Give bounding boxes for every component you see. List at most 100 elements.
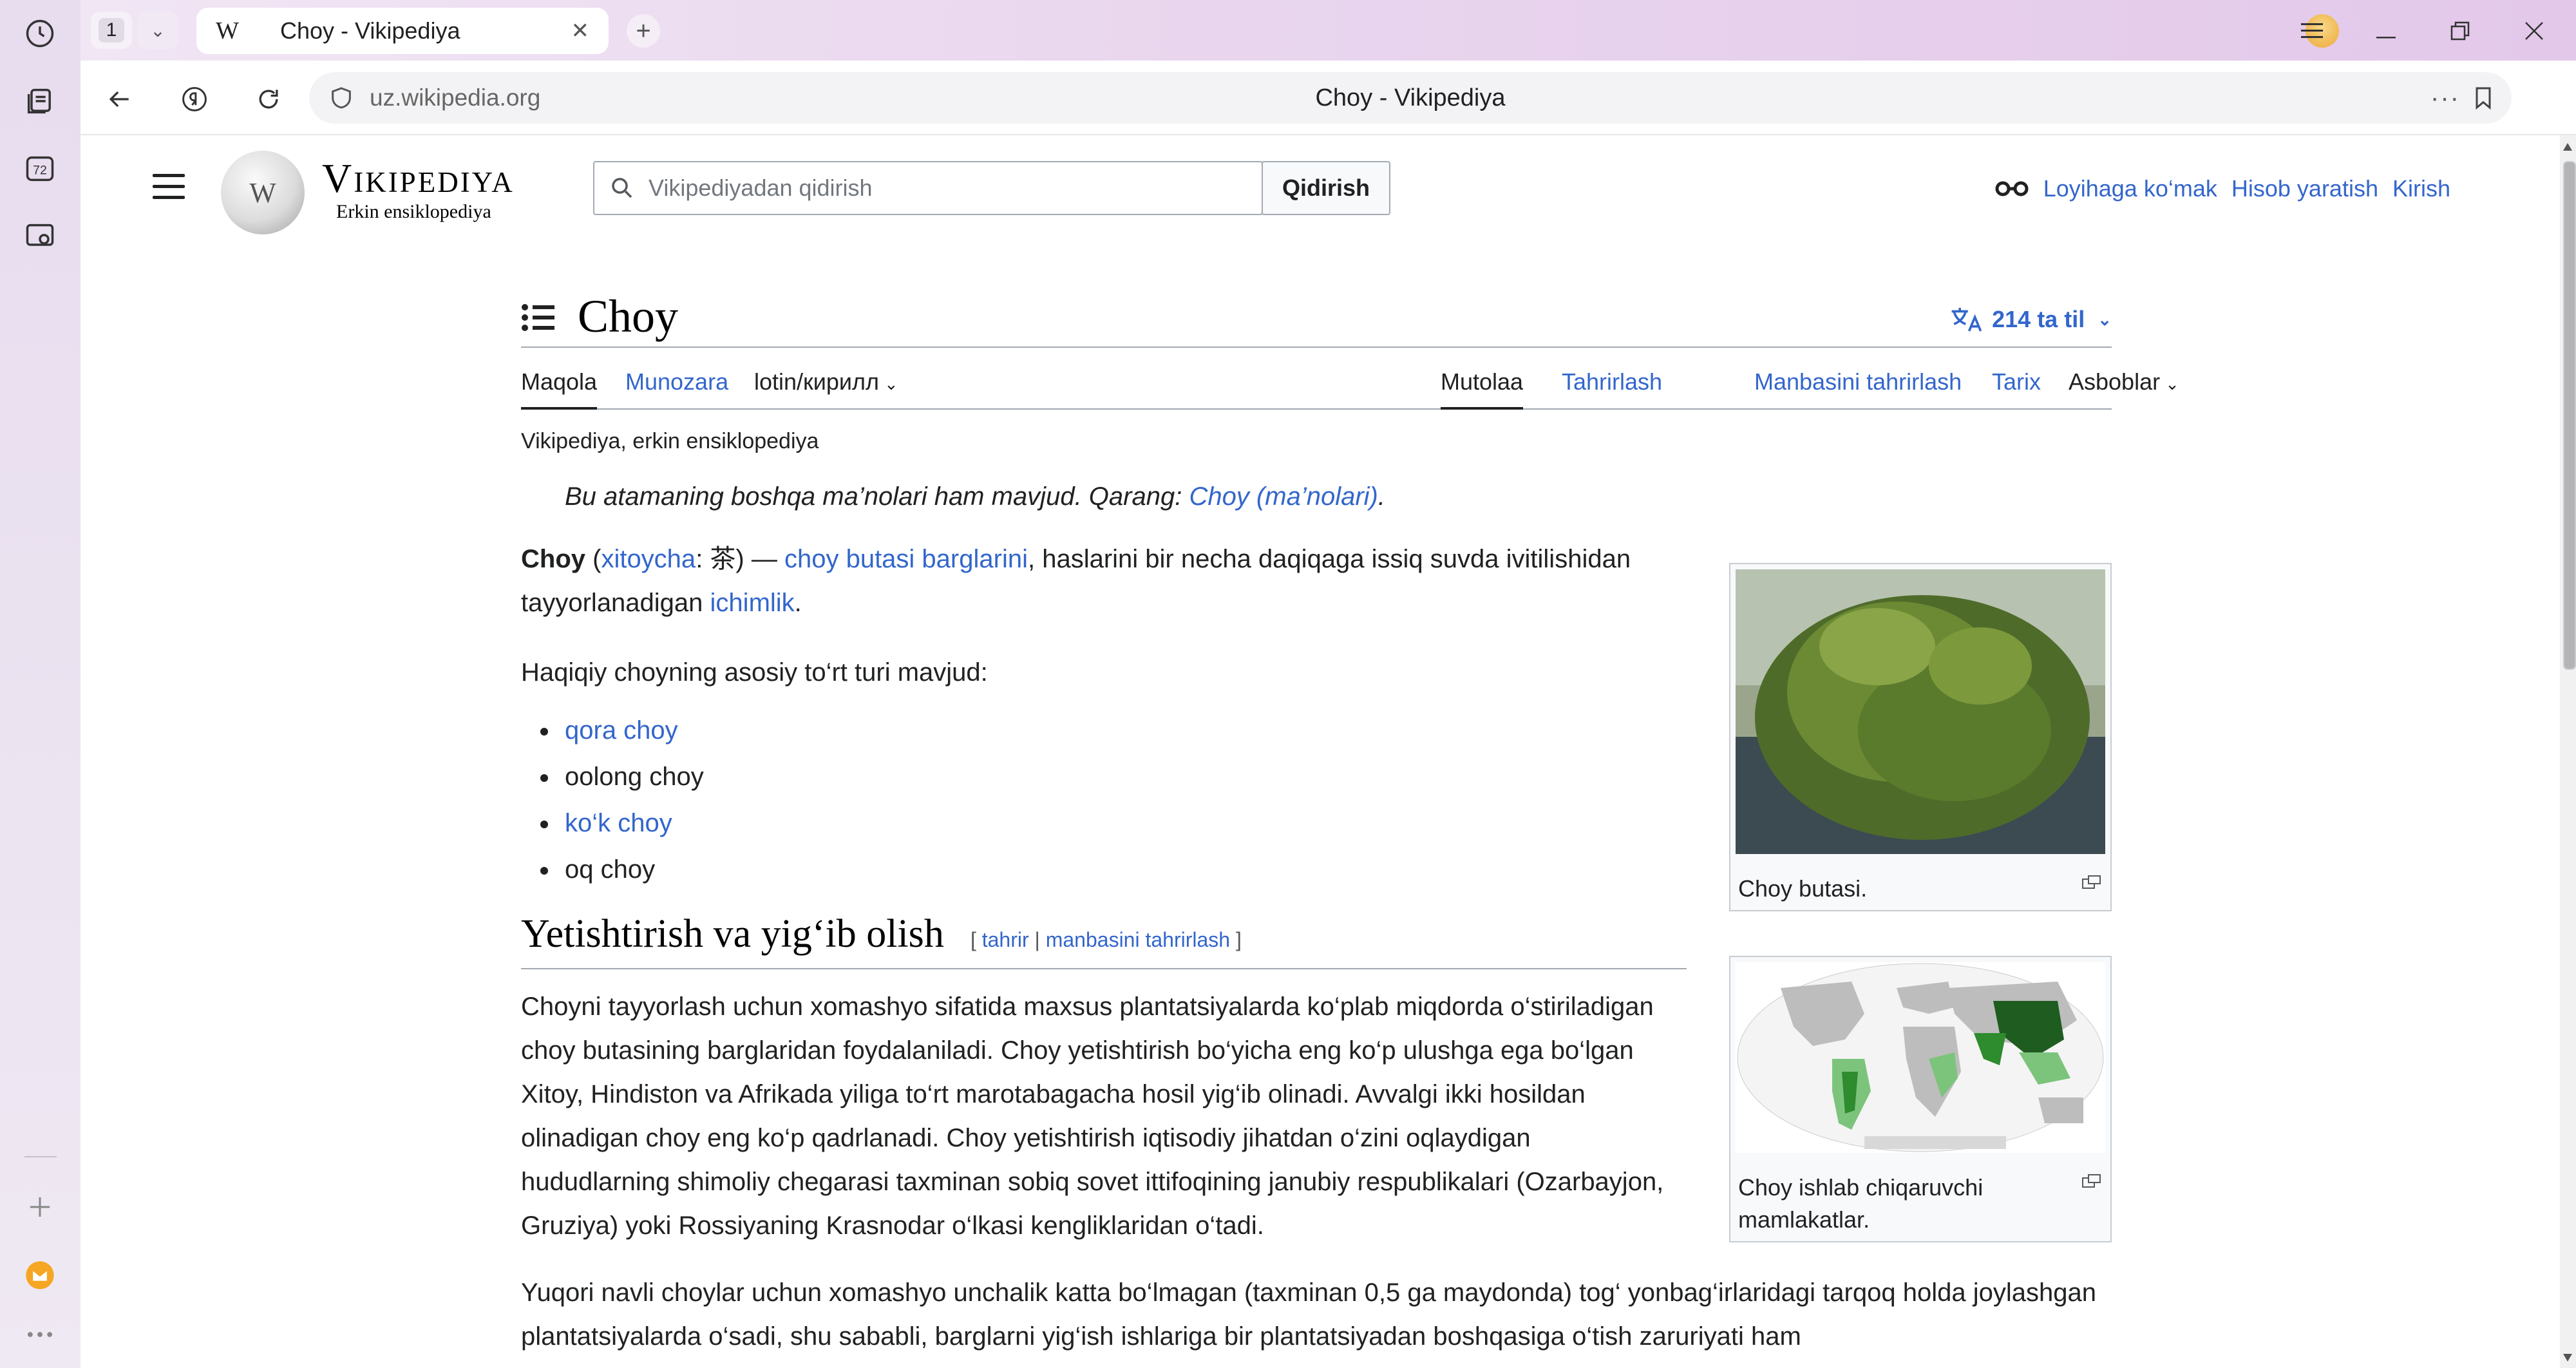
tools-dropdown[interactable]: Asboblar ⌄ [2069, 368, 2179, 395]
search-button[interactable]: Qidirish [1262, 161, 1390, 215]
lead-link[interactable]: choy butasi barglarini [784, 545, 1028, 573]
lead-text: : 茶) — [696, 545, 784, 573]
close-tab-icon[interactable]: ✕ [571, 18, 590, 44]
scroll-down-icon[interactable] [2563, 1354, 2572, 1362]
wikipedia-globe-icon[interactable]: W [221, 151, 305, 234]
tab-history[interactable]: Tarix [1992, 368, 2041, 395]
section-edit-link[interactable]: tahrir [982, 928, 1029, 951]
variant-label: lotin/кирилл [754, 368, 880, 395]
new-tab-button[interactable]: + [627, 14, 660, 48]
enlarge-icon[interactable] [2082, 875, 2101, 889]
login-link[interactable]: Kirish [2392, 175, 2450, 202]
screenshot-icon[interactable] [19, 216, 61, 257]
tab-read[interactable]: Mutolaa [1441, 368, 1524, 410]
close-window-icon[interactable] [2515, 14, 2553, 48]
tab-list-chevron-icon[interactable]: ⌄ [137, 12, 178, 49]
active-tab[interactable]: W Choy - Vikipediya ✕ [196, 8, 609, 54]
tea-bush-image[interactable] [1736, 569, 2105, 854]
lead-text: . [794, 589, 802, 617]
list-item: qora choy [540, 707, 1687, 754]
title-row: Choy 214 ta til ⌄ [521, 283, 2112, 348]
page-tabs: Maqola Munozara lotin/кирилл ⌄ Mutolaa Ta… [521, 348, 2179, 410]
create-account-link[interactable]: Hisob yaratish [2231, 175, 2378, 202]
figure-caption: Choy ishlab chiqaruvchi mamlakatlar. [1736, 1166, 2105, 1236]
lead-text: ( [585, 545, 601, 573]
list-item: ko‘k choy [540, 800, 1687, 846]
minimize-icon[interactable] [2367, 14, 2405, 48]
section-edit-source-link[interactable]: manbasini tahrirlash [1046, 928, 1230, 951]
section-heading: Yetishtirish va yig‘ib olish [521, 912, 944, 956]
address-bar-row: uz.wikipedia.org Choy - Vikipediya ··· [80, 61, 2576, 135]
tea-type-link[interactable]: qora choy [565, 716, 678, 745]
languages-count: 214 ta til [1992, 306, 2085, 332]
donate-link[interactable]: Loyihaga ko‘mak [2043, 175, 2217, 202]
section-paragraph: Yuqori navli choylar uchun xomashyo unch… [521, 1278, 2096, 1351]
tools-label: Asboblar [2069, 368, 2161, 395]
tea-type-text: oolong choy [565, 763, 704, 791]
bracket: ] [1230, 928, 1242, 951]
tab-title: Choy - Vikipediya [280, 17, 460, 44]
scroll-thumb[interactable] [2563, 161, 2576, 670]
user-links: Loyihaga ko‘mak Hisob yaratish Kirish [1994, 175, 2450, 202]
chevron-down-icon: ⌄ [884, 374, 898, 394]
svg-text:72: 72 [33, 164, 47, 178]
back-icon[interactable] [100, 80, 138, 119]
bracket: [ [970, 928, 982, 951]
main-menu-icon[interactable] [153, 174, 185, 200]
world-map-image[interactable] [1736, 962, 2105, 1153]
bookmark-icon[interactable] [2470, 85, 2496, 111]
enlarge-icon[interactable] [2082, 1174, 2101, 1188]
menu-icon[interactable] [2293, 14, 2331, 48]
section-heading-row: Yetishtirish va yig‘ib olish [ tahrir | … [521, 912, 1687, 969]
restore-icon[interactable] [2441, 14, 2479, 48]
tab-counter-button[interactable]: 1 [91, 12, 132, 49]
more-options-icon[interactable]: ··· [2430, 84, 2460, 113]
lead-link[interactable]: ichimlik [710, 589, 795, 617]
tea-types-list: qora choy oolong choy ko‘k choy oq choy [540, 707, 1687, 893]
tab-edit[interactable]: Tahrirlash [1562, 368, 1662, 395]
list-item: oolong choy [540, 754, 1687, 800]
search-input[interactable] [649, 175, 1228, 202]
section-edit-links: [ tahrir | manbasini tahrirlash ] [971, 928, 1242, 951]
wikipedia-wordmark[interactable]: Vikipediya Erkin ensiklopediya [322, 155, 515, 223]
glasses-icon[interactable] [1994, 178, 2029, 199]
page-scrollbar[interactable] [2560, 135, 2576, 1368]
more-icon[interactable] [19, 1322, 61, 1347]
table-of-contents-icon[interactable] [521, 303, 554, 332]
omnibox[interactable]: uz.wikipedia.org Choy - Vikipediya ··· [309, 72, 2512, 124]
mail-icon[interactable] [19, 1255, 61, 1296]
caption-text: Choy ishlab chiqaruvchi mamlakatlar. [1738, 1174, 1984, 1233]
search-icon [612, 178, 632, 198]
tab-count: 1 [98, 18, 125, 43]
tabs-counter-icon[interactable]: 72 [19, 148, 61, 189]
rail-divider [24, 1156, 57, 1157]
separator: | [1028, 928, 1046, 951]
collections-icon[interactable] [19, 81, 61, 122]
hatnote: Bu atamaning boshqa ma’nolari ham mavjud… [565, 482, 2112, 511]
lead-bold-term: Choy [521, 545, 585, 573]
reload-icon[interactable] [249, 80, 288, 119]
tab-article[interactable]: Maqola [521, 368, 598, 410]
wordmark-name: Vikipediya [322, 155, 515, 201]
scroll-up-icon[interactable] [2563, 143, 2572, 151]
disambiguation-link[interactable]: Choy (ma’nolari) [1189, 482, 1378, 511]
lead-link[interactable]: xitoycha [601, 545, 696, 573]
tab-edit-source[interactable]: Manbasini tahrirlash [1754, 368, 1962, 395]
figure-caption: Choy butasi. [1736, 868, 2105, 905]
variant-dropdown[interactable]: lotin/кирилл ⌄ [754, 368, 898, 395]
chevron-down-icon: ⌄ [2098, 309, 2112, 329]
wikipedia-favicon-icon: W [216, 17, 239, 44]
site-subtitle: Vikipediya, erkin ensiklopediya [521, 429, 819, 453]
tab-talk[interactable]: Munozara [625, 368, 728, 395]
languages-button[interactable]: 214 ta til ⌄ [1949, 305, 2112, 334]
tea-type-link[interactable]: ko‘k choy [565, 809, 672, 837]
add-icon[interactable] [19, 1186, 61, 1228]
yandex-icon[interactable] [175, 80, 214, 119]
figure-producers-map: Choy ishlab chiqaruvchi mamlakatlar. [1729, 956, 2112, 1242]
article-body: Choy butasi. Choy ishlab chiqaruvchi mam… [521, 537, 2112, 1358]
history-icon[interactable] [19, 13, 61, 54]
wikipedia-page: W Vikipediya Erkin ensiklopediya Qidiris… [80, 135, 2560, 1368]
translate-icon [1951, 308, 1982, 332]
hatnote-text: Bu atamaning boshqa ma’nolari ham mavjud… [565, 482, 1189, 511]
tea-type-text: oq choy [565, 855, 656, 884]
